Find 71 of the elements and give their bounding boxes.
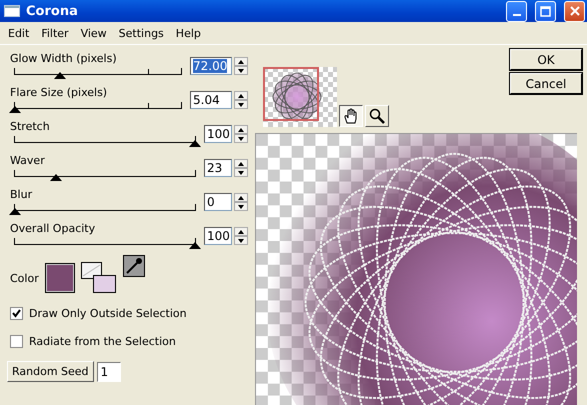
caret-down-icon [238, 238, 244, 242]
checkbox[interactable] [10, 306, 23, 320]
slider-label: Overall Opacity [10, 222, 96, 237]
value-field[interactable]: 100 [204, 125, 232, 143]
window-title: Corona [26, 4, 79, 18]
swap-colors-icon[interactable] [80, 262, 117, 294]
spin-up-button[interactable] [234, 91, 248, 100]
slider-thumb[interactable] [50, 174, 62, 181]
slider-label: Waver [10, 154, 46, 169]
slider-label: Glow Width (pixels) [10, 52, 118, 67]
spin-up-button[interactable] [234, 57, 248, 66]
caret-down-icon [238, 204, 244, 208]
checkbox[interactable] [10, 334, 23, 348]
spin-up-button[interactable] [234, 125, 248, 134]
checkbox-label: Radiate from the Selection [29, 334, 176, 348]
caret-up-icon [238, 60, 244, 64]
spin-up-button[interactable] [234, 227, 248, 236]
spin-down-button[interactable] [234, 100, 248, 109]
minimize-button[interactable] [506, 0, 527, 22]
random-seed-button[interactable]: Random Seed [7, 361, 94, 382]
maximize-button[interactable] [535, 0, 556, 22]
spin-down-button[interactable] [234, 202, 248, 211]
hand-icon-button[interactable] [339, 105, 363, 127]
slider-thumb[interactable] [9, 208, 21, 215]
menu-item[interactable]: Edit [2, 26, 36, 40]
value-field[interactable]: 100 [204, 227, 232, 245]
menu-item[interactable]: Settings [112, 26, 170, 40]
spin-down-button[interactable] [234, 168, 248, 177]
hand-icon [343, 108, 359, 124]
menu-item[interactable]: Filter [35, 26, 75, 40]
close-button[interactable] [564, 0, 585, 22]
search-icon [369, 108, 385, 124]
value-field[interactable]: 72.00 [190, 57, 232, 75]
seed-field[interactable]: 1 [96, 362, 121, 382]
eyedropper-icon[interactable] [122, 255, 145, 277]
window-icon [4, 5, 20, 17]
slider-thumb[interactable] [9, 106, 21, 113]
caret-down-icon [238, 68, 244, 72]
color-label: Color [10, 272, 39, 284]
spin-up-button[interactable] [234, 193, 248, 202]
spin-up-button[interactable] [234, 159, 248, 168]
caret-up-icon [238, 94, 244, 98]
checkmark-icon [12, 308, 21, 318]
slider-label: Stretch [10, 120, 51, 135]
caret-down-icon [238, 102, 244, 106]
value-field[interactable]: 23 [204, 159, 232, 177]
checkbox-label: Draw Only Outside Selection [29, 306, 187, 320]
slider-thumb[interactable] [54, 72, 66, 79]
spin-down-button[interactable] [234, 134, 248, 143]
ok-button[interactable]: OK [510, 49, 582, 70]
minimize-icon [512, 14, 520, 16]
menu-item[interactable]: Help [170, 26, 207, 40]
thumbnail-drawing[interactable] [263, 67, 337, 127]
spin-down-button[interactable] [234, 236, 248, 245]
value-field[interactable]: 0 [204, 193, 232, 211]
menu-item[interactable]: View [74, 26, 113, 40]
caret-up-icon [238, 128, 244, 132]
spin-down-button[interactable] [234, 66, 248, 75]
cancel-button[interactable]: Cancel [510, 73, 582, 94]
caret-up-icon [238, 162, 244, 166]
caret-up-icon [238, 196, 244, 200]
caret-down-icon [238, 170, 244, 174]
caret-down-icon [238, 136, 244, 140]
maximize-icon [540, 6, 551, 16]
search-button[interactable] [365, 105, 389, 127]
color-swatch[interactable] [44, 263, 75, 293]
slider-label: Flare Size (pixels) [10, 86, 108, 101]
value-field[interactable]: 5.04 [190, 91, 232, 109]
close-icon [570, 6, 580, 16]
slider-label: Blur [10, 188, 34, 203]
caret-up-icon [238, 230, 244, 234]
